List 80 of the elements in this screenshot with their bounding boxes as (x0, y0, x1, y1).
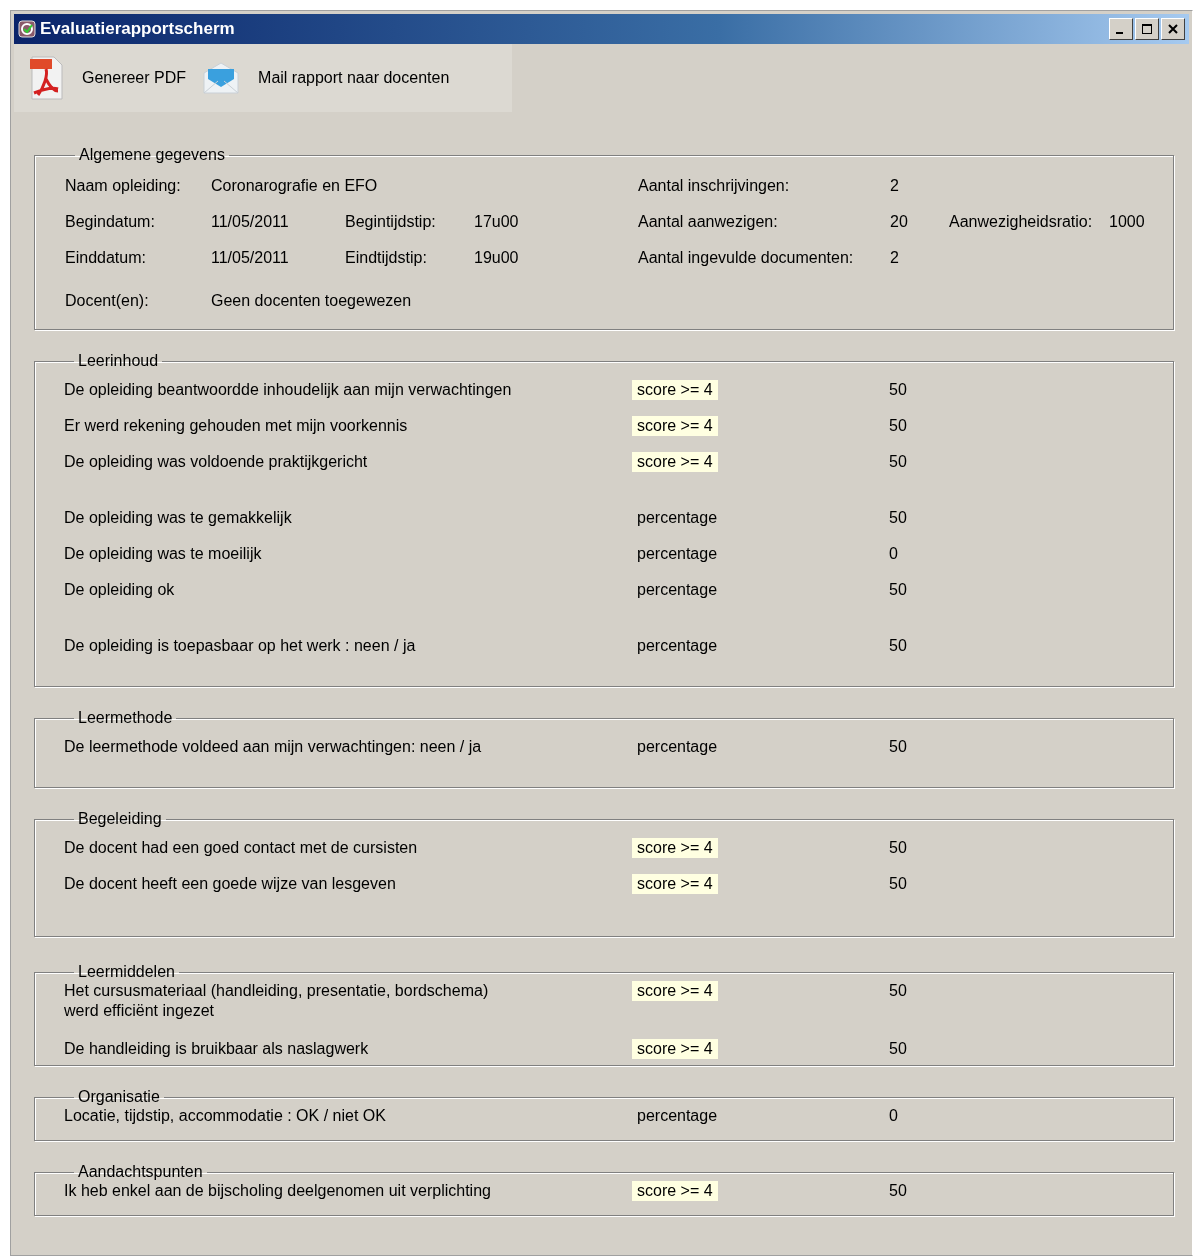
app-icon (18, 20, 36, 38)
minimize-icon (1116, 32, 1123, 34)
field-label: Naam opleiding: (65, 176, 182, 196)
pdf-document-icon (28, 55, 64, 101)
question-text: Ik heb enkel aan de bijscholing deelgenomen uit verplichting (64, 1181, 492, 1201)
question-text: De handleiding is bruikbaar als naslagwerk (64, 1039, 370, 1059)
field-value: Coronarografie en EFO (211, 176, 379, 196)
maximize-button[interactable] (1135, 18, 1159, 40)
group-legend: Begeleiding (74, 810, 166, 828)
result-value: 50 (889, 838, 908, 858)
field-label: Eindtijdstip: (345, 248, 428, 268)
minimize-button[interactable] (1109, 18, 1133, 40)
field-value: 11/05/2011 (211, 212, 290, 232)
result-value: 0 (889, 1106, 899, 1126)
question-text: De opleiding is toepasbaar op het werk : neen / ja (64, 636, 417, 656)
field-value: 2 (890, 248, 900, 268)
field-label: Aantal aanwezigen: (638, 212, 779, 232)
group-legend: Algemene gegevens (75, 146, 229, 164)
question-text: De docent heeft een goede wijze van lesgeven (64, 874, 397, 894)
generate-pdf-button[interactable]: Genereer PDF (28, 55, 187, 101)
question-text: De leermethode voldeed aan mijn verwachtingen: neen / ja (64, 737, 483, 757)
field-value: 20 (890, 212, 909, 232)
result-value: 50 (889, 1039, 908, 1059)
result-value: 50 (889, 452, 908, 472)
result-value: 50 (889, 416, 908, 436)
field-label: Begindatum: (65, 212, 156, 232)
field-label: Aantal inschrijvingen: (638, 176, 791, 196)
close-icon (1167, 23, 1179, 35)
field-value: 1000 (1109, 212, 1146, 232)
field-value: Geen docenten toegewezen (211, 291, 413, 311)
result-value: 50 (889, 981, 908, 1001)
result-value: 50 (889, 1181, 908, 1201)
result-value: 50 (889, 737, 908, 757)
measure-label: percentage (636, 544, 719, 564)
score-criterion-label: score >= 4 (632, 981, 718, 1001)
field-label: Einddatum: (65, 248, 147, 268)
result-value: 50 (889, 580, 908, 600)
field-value: 11/05/2011 (211, 248, 290, 268)
field-label: Begintijdstip: (345, 212, 437, 232)
mail-report-button[interactable]: Mail rapport naar docenten (202, 59, 450, 97)
group-legend: Leermethode (74, 709, 177, 727)
result-value: 0 (889, 544, 899, 564)
question-text: De opleiding was te moeilijk (64, 544, 263, 564)
result-value: 50 (889, 380, 908, 400)
maximize-icon (1141, 23, 1153, 35)
measure-label: percentage (636, 737, 719, 757)
score-criterion-label: score >= 4 (632, 452, 718, 472)
question-text: De opleiding ok (64, 580, 176, 600)
question-text: Er werd rekening gehouden met mijn voorkennis (64, 416, 409, 436)
field-value: 19u00 (474, 248, 520, 268)
question-text: Het cursusmateriaal (handleiding, presentatie, bordschema) werd efficiënt ingezet (64, 981, 490, 1021)
measure-label: percentage (636, 1106, 719, 1126)
group-legend: Leermiddelen (74, 963, 179, 981)
score-criterion-label: score >= 4 (632, 416, 718, 436)
field-value: 17u00 (474, 212, 520, 232)
score-criterion-label: score >= 4 (632, 838, 718, 858)
measure-label: percentage (636, 508, 719, 528)
measure-label: percentage (636, 580, 719, 600)
close-button[interactable] (1161, 18, 1185, 40)
result-value: 50 (889, 636, 908, 656)
question-text: De opleiding was voldoende praktijkgericht (64, 452, 369, 472)
score-criterion-label: score >= 4 (632, 380, 718, 400)
score-criterion-label: score >= 4 (632, 874, 718, 894)
group-legend: Aandachtspunten (74, 1163, 207, 1181)
question-text: De opleiding was te gemakkelijk (64, 508, 293, 528)
result-value: 50 (889, 508, 908, 528)
measure-label: percentage (636, 636, 719, 656)
question-text: Locatie, tijdstip, accommodatie : OK / niet OK (64, 1106, 387, 1126)
question-text: De opleiding beantwoordde inhoudelijk aan mijn verwachtingen (64, 380, 513, 400)
group-legend: Organisatie (74, 1088, 164, 1106)
field-value: 2 (890, 176, 900, 196)
window-title: Evaluatierapportscherm (40, 19, 236, 39)
field-label: Docent(en): (65, 291, 150, 311)
field-label: Aantal ingevulde documenten: (638, 248, 855, 268)
group-legend: Leerinhoud (74, 352, 163, 370)
question-text: De docent had een goed contact met de cursisten (64, 838, 419, 858)
score-criterion-label: score >= 4 (632, 1181, 718, 1201)
score-criterion-label: score >= 4 (632, 1039, 718, 1059)
field-label: Aanwezigheidsratio: (949, 212, 1094, 232)
result-value: 50 (889, 874, 908, 894)
